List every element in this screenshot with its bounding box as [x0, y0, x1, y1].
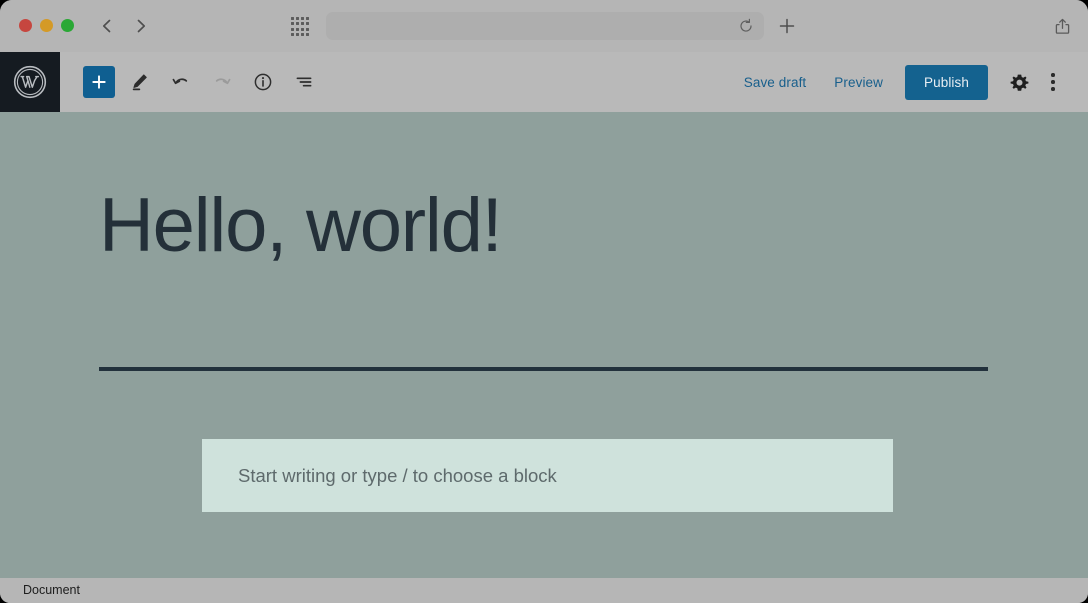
chevron-right-icon [132, 17, 150, 35]
list-view-button[interactable] [287, 66, 320, 99]
maximize-window-button[interactable] [61, 19, 74, 32]
redo-button[interactable] [205, 66, 238, 99]
editor-toolbar-right: Save draft Preview Publish [730, 52, 1070, 112]
more-options-button[interactable] [1036, 65, 1070, 99]
info-icon [252, 71, 274, 93]
plus-icon [777, 16, 797, 36]
save-draft-button[interactable]: Save draft [730, 67, 821, 98]
editor-toolbar-left [83, 52, 320, 112]
forward-button[interactable] [126, 11, 156, 41]
post-title[interactable]: Hello, world! [99, 188, 502, 264]
chevron-left-icon [98, 17, 116, 35]
details-info-button[interactable] [246, 66, 279, 99]
list-view-icon [293, 71, 315, 93]
settings-button[interactable] [1002, 65, 1036, 99]
three-dots-vertical-icon [1051, 73, 1055, 91]
edit-pencil-icon [129, 71, 151, 93]
close-window-button[interactable] [19, 19, 32, 32]
browser-navigation [92, 11, 156, 41]
wordpress-editor-header: Save draft Preview Publish [0, 52, 1088, 112]
undo-icon [170, 71, 192, 93]
plus-icon [90, 73, 108, 91]
separator-block[interactable] [99, 367, 988, 371]
new-tab-button[interactable] [773, 12, 801, 40]
browser-window: Save draft Preview Publish Hello, world!… [0, 0, 1088, 603]
paragraph-placeholder: Start writing or type / to choose a bloc… [238, 439, 557, 512]
wordpress-logo-button[interactable] [0, 52, 60, 112]
paragraph-block[interactable]: Start writing or type / to choose a bloc… [202, 439, 893, 512]
preview-button[interactable]: Preview [820, 67, 897, 98]
gear-icon [1009, 72, 1030, 93]
reload-icon[interactable] [738, 18, 754, 34]
undo-button[interactable] [164, 66, 197, 99]
tools-pencil-button[interactable] [123, 66, 156, 99]
document-label[interactable]: Document [23, 578, 80, 603]
minimize-window-button[interactable] [40, 19, 53, 32]
share-button[interactable] [1048, 12, 1076, 40]
share-icon [1053, 17, 1072, 36]
address-bar[interactable] [326, 12, 764, 40]
browser-chrome [0, 0, 1088, 52]
window-traffic-lights [19, 19, 74, 32]
back-button[interactable] [92, 11, 122, 41]
publish-button[interactable]: Publish [905, 65, 988, 100]
editor-status-bar: Document [0, 578, 1088, 603]
editor-canvas: Hello, world! Start writing or type / to… [0, 112, 1088, 578]
add-block-button[interactable] [83, 66, 115, 98]
redo-icon [211, 71, 233, 93]
wordpress-icon [12, 64, 48, 100]
tabs-overview-icon[interactable] [288, 16, 312, 37]
